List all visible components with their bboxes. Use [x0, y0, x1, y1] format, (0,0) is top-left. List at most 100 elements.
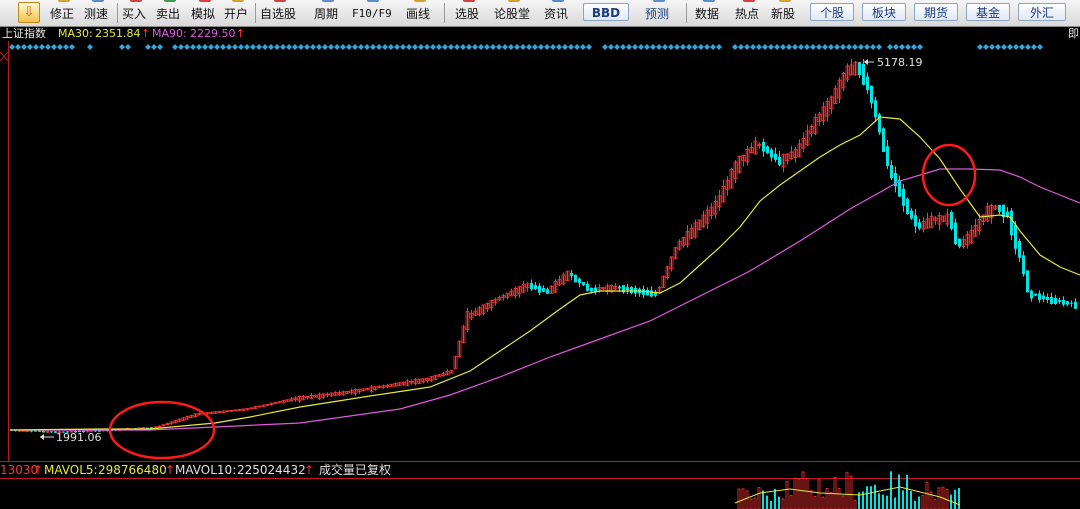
candle	[146, 427, 149, 429]
simulate-icon	[199, 0, 211, 2]
stock-picker-icon	[463, 0, 475, 2]
fix-icon	[58, 0, 70, 2]
toolbar: ⇩ 修正 测速 买入 卖出 模拟 开户 自选股 周期 F10/F9 画线 选股 …	[0, 0, 1080, 27]
toolbar-draw-line-label: 画线	[406, 7, 431, 21]
candle	[954, 222, 957, 245]
toolbar-stock-picker-label: 选股	[455, 7, 480, 21]
tab-stock[interactable]: 个股	[810, 3, 854, 21]
candle	[918, 222, 921, 229]
toolbar-data-label: 数据	[695, 7, 720, 21]
candle	[870, 85, 873, 104]
candle	[766, 146, 769, 154]
toolbar-draw-line-button[interactable]: 画线	[406, 0, 436, 26]
candle	[1026, 270, 1029, 293]
download-arrow-icon[interactable]: ⇩	[18, 2, 40, 23]
data-icon	[703, 0, 715, 2]
toolbar-news-label: 资讯	[544, 7, 569, 21]
toolbar-forum-button[interactable]: 论股堂	[494, 0, 536, 26]
candle	[1066, 301, 1069, 305]
ipo-icon	[779, 0, 791, 2]
volume-bar	[958, 488, 960, 509]
toolbar-forum-label: 论股堂	[494, 7, 531, 21]
candle	[578, 278, 581, 283]
candle	[1042, 295, 1045, 300]
volume-bar	[902, 490, 904, 509]
candle	[774, 153, 777, 160]
volume-bar	[778, 496, 780, 509]
ma90-value: 2229.50	[190, 27, 236, 40]
candle	[618, 286, 621, 289]
toolbar-period-label: 周期	[314, 7, 339, 21]
toolbar-sell-button[interactable]: 卖出	[156, 0, 186, 26]
tab-fund[interactable]: 基金	[966, 3, 1010, 21]
candle	[530, 283, 533, 290]
volume-bar	[878, 493, 880, 509]
toolbar-buy-label: 买入	[122, 7, 147, 21]
toolbar-stock-picker-button[interactable]: 选股	[455, 0, 485, 26]
toolbar-hotspot-button[interactable]: 热点	[735, 0, 765, 26]
forecast-icon	[653, 0, 665, 2]
toolbar-separator	[444, 3, 445, 23]
toolbar-forecast-label: 预测	[645, 7, 670, 21]
volume-bar	[910, 491, 912, 509]
candle	[1038, 293, 1041, 301]
toolbar-watchlist-button[interactable]: 自选股	[260, 0, 302, 26]
toolbar-separator	[255, 3, 256, 23]
forum-icon	[508, 0, 520, 2]
volume-bar	[766, 495, 768, 509]
candle	[882, 128, 885, 152]
toolbar-f10-button[interactable]: F10/F9	[352, 0, 396, 26]
toolbar-speedtest-label: 测速	[84, 7, 109, 21]
toolbar-fix-button[interactable]: 修正	[50, 0, 80, 26]
candle	[1054, 298, 1057, 304]
candle	[906, 198, 909, 215]
toolbar-hotspot-label: 热点	[735, 7, 760, 21]
candle	[950, 211, 953, 229]
candle	[534, 285, 537, 290]
toolbar-simulate-button[interactable]: 模拟	[191, 0, 221, 26]
candle	[50, 431, 53, 433]
candle	[594, 287, 597, 292]
toolbar-buy-button[interactable]: 买入	[122, 0, 152, 26]
candle	[1050, 296, 1053, 305]
toolbar-data-button[interactable]: 数据	[695, 0, 725, 26]
volume-cut-arrow: ↑	[33, 463, 44, 477]
ma90-arrow: ↑	[236, 27, 246, 40]
candle	[542, 288, 545, 292]
volume-bar	[894, 497, 896, 509]
toolbar-forecast-button[interactable]: 预测	[645, 0, 675, 26]
candle	[1046, 296, 1049, 300]
tab-futures[interactable]: 期货	[914, 3, 958, 21]
candle	[762, 141, 765, 152]
candle	[538, 285, 541, 293]
candle	[958, 238, 961, 247]
candle	[590, 287, 593, 292]
tab-forex[interactable]: 外汇	[1018, 3, 1066, 21]
volume-legend: 13030 ↑ MAVOL5: 298766480 ↑ MAVOL10: 225…	[0, 462, 1080, 478]
tab-sector[interactable]: 板块	[862, 3, 906, 21]
candle	[650, 290, 653, 297]
candle	[574, 274, 577, 283]
candle	[586, 283, 589, 291]
f10-icon	[367, 0, 379, 2]
toolbar-open-account-label: 开户	[224, 7, 249, 21]
toolbar-open-account-button[interactable]: 开户	[224, 0, 254, 26]
bbd-button[interactable]: BBD	[583, 3, 629, 21]
indicator-legend: 上证指数 MA30: 2351.84 ↑ MA90: 2229.50 ↑ 即	[0, 27, 1080, 41]
ma30-label: MA30:	[58, 27, 93, 40]
toolbar-news-button[interactable]: 资讯	[544, 0, 574, 26]
toolbar-speedtest-button[interactable]: 测速	[84, 0, 114, 26]
toolbar-period-button[interactable]: 周期	[314, 0, 344, 26]
toolbar-fix-label: 修正	[50, 7, 75, 21]
hotspot-icon	[743, 0, 755, 2]
volume-bar	[914, 500, 916, 509]
toolbar-f10-label: F10/F9	[352, 7, 392, 20]
toolbar-ipo-button[interactable]: 新股	[771, 0, 801, 26]
edge-label: 即	[1068, 27, 1079, 40]
volume-bar	[918, 496, 920, 509]
candle	[42, 430, 45, 433]
price-chart[interactable]: 5178.19 1991.06	[0, 41, 1080, 509]
mavol5-arrow: ↑	[165, 463, 176, 477]
candle	[778, 156, 781, 165]
candle	[1062, 300, 1065, 305]
